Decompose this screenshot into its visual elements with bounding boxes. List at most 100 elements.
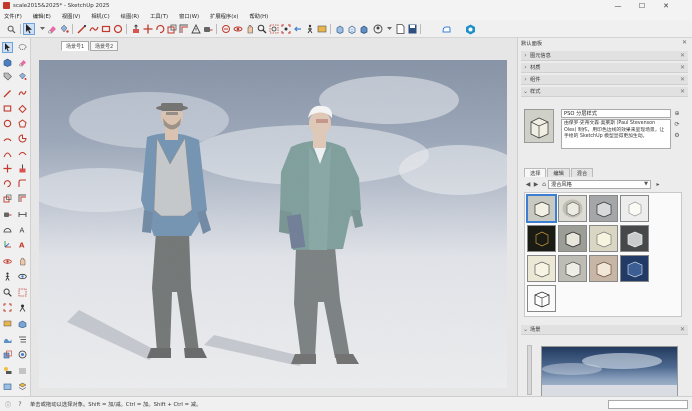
section-entity-info[interactable]: › 图元信息 ✕: [521, 51, 688, 61]
maximize-button[interactable]: ☐: [632, 0, 652, 11]
style-thumb[interactable]: [620, 225, 649, 252]
freehand-icon[interactable]: [88, 23, 100, 35]
tape-measure-icon[interactable]: [202, 23, 214, 35]
tab-edit[interactable]: 编辑: [547, 168, 570, 177]
minimize-button[interactable]: —: [608, 0, 628, 11]
eraser-icon[interactable]: [17, 57, 28, 68]
orbit-icon[interactable]: [232, 23, 244, 35]
walk-icon[interactable]: [2, 271, 13, 282]
3d-text-icon[interactable]: A: [17, 239, 28, 250]
zoom-icon[interactable]: [2, 287, 13, 298]
scenes-icon[interactable]: [2, 381, 13, 392]
shaded-icon[interactable]: [358, 23, 370, 35]
help-icon[interactable]: ?: [16, 400, 24, 408]
look-around-icon[interactable]: [17, 271, 28, 282]
save-file-icon[interactable]: [406, 23, 418, 35]
style-thumb[interactable]: [589, 195, 618, 222]
scene-thumbnail[interactable]: [541, 346, 678, 398]
menu-window[interactable]: 窗口(W): [179, 12, 199, 20]
tape-measure-icon[interactable]: [2, 209, 13, 220]
zoom-window-icon[interactable]: [17, 287, 28, 298]
section-plane-icon[interactable]: [2, 318, 13, 329]
pencil-line-icon[interactable]: [2, 88, 13, 99]
library-select[interactable]: 混合风格 ▼: [548, 179, 651, 189]
section-styles[interactable]: ⌄ 样式 ✕: [521, 87, 688, 97]
model-viewport[interactable]: [39, 60, 507, 388]
section-scenes[interactable]: ⌄ 场景 ✕: [521, 325, 688, 335]
search-icon[interactable]: [5, 23, 17, 35]
outliner-icon[interactable]: [17, 334, 28, 345]
zoom-extents-icon[interactable]: [280, 23, 292, 35]
orbit-icon[interactable]: [2, 256, 13, 267]
push-pull-icon[interactable]: [130, 23, 142, 35]
menu-tools[interactable]: 工具(T): [150, 12, 168, 20]
tab-scene-1[interactable]: 场景号1: [61, 41, 90, 51]
offset-icon[interactable]: [178, 23, 190, 35]
menu-file[interactable]: 文件(F): [4, 12, 22, 20]
menu-extensions[interactable]: 扩展程序(x): [210, 12, 238, 20]
style-thumb[interactable]: [620, 255, 649, 282]
protractor-icon[interactable]: [2, 224, 13, 235]
details-icon[interactable]: ▸: [654, 180, 662, 188]
arrow-select-icon[interactable]: [2, 42, 13, 53]
style-thumb[interactable]: [527, 225, 556, 252]
tray-close-icon[interactable]: ✕: [682, 39, 687, 46]
rotate-icon[interactable]: [154, 23, 166, 35]
arc-2pt-icon[interactable]: [17, 148, 28, 159]
freehand-icon[interactable]: [17, 88, 28, 99]
pan-icon[interactable]: [17, 256, 28, 267]
shadows-icon[interactable]: [2, 365, 13, 376]
zoom-window-icon[interactable]: [268, 23, 280, 35]
close-button[interactable]: ✕: [656, 0, 676, 11]
info-icon[interactable]: ⓘ: [4, 400, 12, 409]
section-close-icon[interactable]: ✕: [680, 326, 685, 333]
pan-icon[interactable]: [244, 23, 256, 35]
style-thumb[interactable]: [558, 255, 587, 282]
text-icon[interactable]: A: [17, 224, 28, 235]
move-icon[interactable]: [142, 23, 154, 35]
style-name-field[interactable]: PSO 分层样式: [561, 109, 671, 118]
back-edges-icon[interactable]: [346, 23, 358, 35]
push-pull-icon[interactable]: [17, 163, 28, 174]
select-tool-icon[interactable]: [23, 23, 35, 35]
home-icon[interactable]: ⌂: [540, 180, 548, 188]
tab-select[interactable]: 选择: [524, 168, 547, 177]
offset-icon[interactable]: [17, 193, 28, 204]
section-close-icon[interactable]: ✕: [680, 76, 685, 83]
axes-icon[interactable]: [2, 239, 13, 250]
previous-view-icon[interactable]: [292, 23, 304, 35]
tag-icon[interactable]: [2, 71, 13, 82]
style-thumb[interactable]: [527, 285, 556, 312]
section-materials[interactable]: › 材质 ✕: [521, 63, 688, 73]
warning-icon[interactable]: [190, 23, 202, 35]
measurements-box[interactable]: [608, 400, 688, 409]
circle-icon[interactable]: [2, 118, 13, 129]
eraser-icon[interactable]: [46, 23, 58, 35]
section-plane-icon[interactable]: [316, 23, 328, 35]
menu-draw[interactable]: 绘图(R): [121, 12, 139, 20]
position-camera-icon[interactable]: [17, 302, 28, 313]
create-style-icon[interactable]: ⊕: [673, 109, 681, 117]
styles-icon[interactable]: [17, 349, 28, 360]
menu-edit[interactable]: 编辑(E): [33, 12, 51, 20]
style-thumb[interactable]: [620, 195, 649, 222]
rectangle-icon[interactable]: [100, 23, 112, 35]
style-thumb[interactable]: [589, 255, 618, 282]
menu-camera[interactable]: 相机(C): [91, 12, 109, 20]
scale-icon[interactable]: [166, 23, 178, 35]
scale-icon[interactable]: [2, 193, 13, 204]
section-close-icon[interactable]: ✕: [680, 64, 685, 71]
update-style-icon[interactable]: ⟳: [673, 120, 681, 128]
pencil-line-icon[interactable]: [76, 23, 88, 35]
zoom-icon[interactable]: [256, 23, 268, 35]
arc-3pt-icon[interactable]: [2, 148, 13, 159]
dimension-icon[interactable]: [17, 209, 28, 220]
section-close-icon[interactable]: ✕: [680, 88, 685, 95]
menu-help[interactable]: 帮助(H): [249, 12, 268, 20]
section-components[interactable]: › 组件 ✕: [521, 75, 688, 85]
component-icon[interactable]: [2, 57, 13, 68]
fog-icon[interactable]: [17, 365, 28, 376]
rotate-icon[interactable]: [2, 178, 13, 189]
tab-mix[interactable]: 混合: [570, 168, 594, 177]
follow-me-icon[interactable]: [17, 178, 28, 189]
